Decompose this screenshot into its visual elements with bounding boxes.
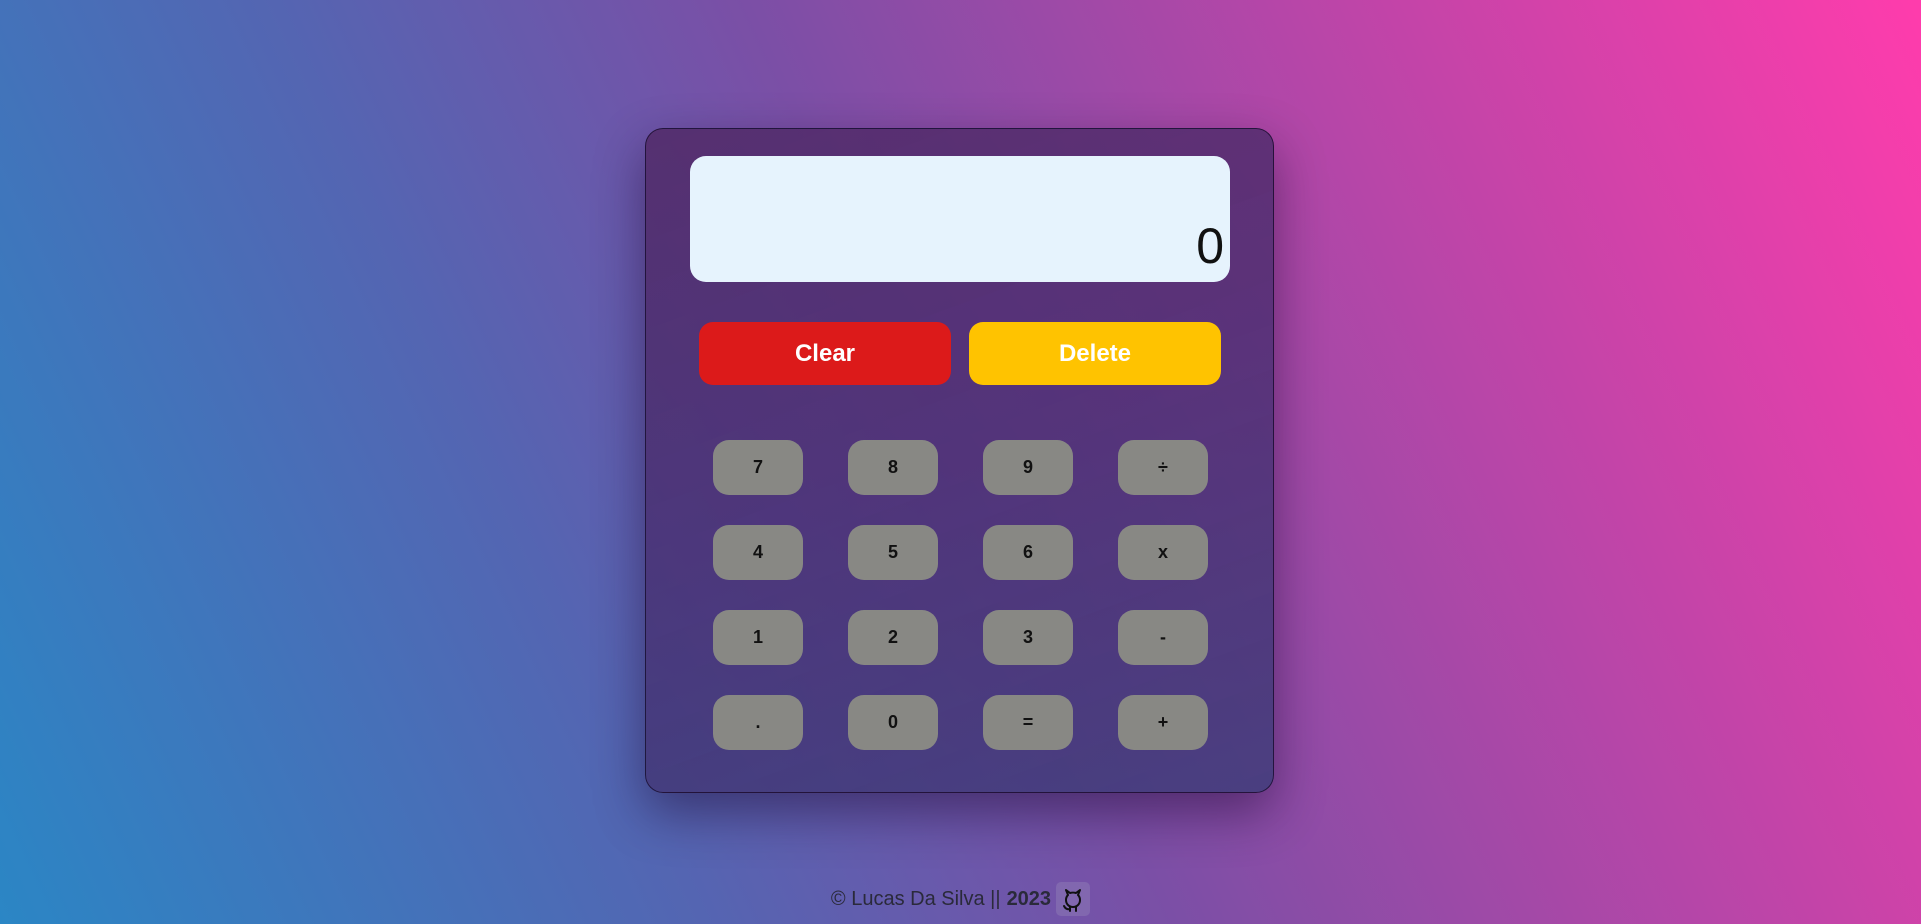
key-9[interactable]: 9 [983, 440, 1073, 495]
key-1[interactable]: 1 [713, 610, 803, 665]
display-value: 0 [1196, 218, 1224, 274]
key-multiply[interactable]: x [1118, 525, 1208, 580]
calculator: 0 Clear Delete 7 8 9 ÷ 4 5 6 x 1 2 3 - .… [645, 128, 1274, 793]
footer-credit: © Lucas Da Silva || [830, 887, 1001, 910]
key-3[interactable]: 3 [983, 610, 1073, 665]
key-7[interactable]: 7 [713, 440, 803, 495]
key-4[interactable]: 4 [713, 525, 803, 580]
key-8[interactable]: 8 [848, 440, 938, 495]
key-0[interactable]: 0 [848, 695, 938, 750]
key-5[interactable]: 5 [848, 525, 938, 580]
key-decimal[interactable]: . [713, 695, 803, 750]
calculator-display: 0 [690, 156, 1230, 282]
github-icon [1063, 889, 1082, 912]
keypad: 7 8 9 ÷ 4 5 6 x 1 2 3 - . 0 = + [713, 440, 1208, 750]
delete-button[interactable]: Delete [969, 322, 1221, 385]
clear-button[interactable]: Clear [699, 322, 951, 385]
key-subtract[interactable]: - [1118, 610, 1208, 665]
footer: © Lucas Da Silva || 2023 [0, 882, 1921, 916]
footer-year: 2023 [1006, 887, 1052, 910]
key-2[interactable]: 2 [848, 610, 938, 665]
key-6[interactable]: 6 [983, 525, 1073, 580]
github-link[interactable] [1056, 882, 1091, 916]
key-add[interactable]: + [1118, 695, 1208, 750]
key-divide[interactable]: ÷ [1118, 440, 1208, 495]
key-equals[interactable]: = [983, 695, 1073, 750]
